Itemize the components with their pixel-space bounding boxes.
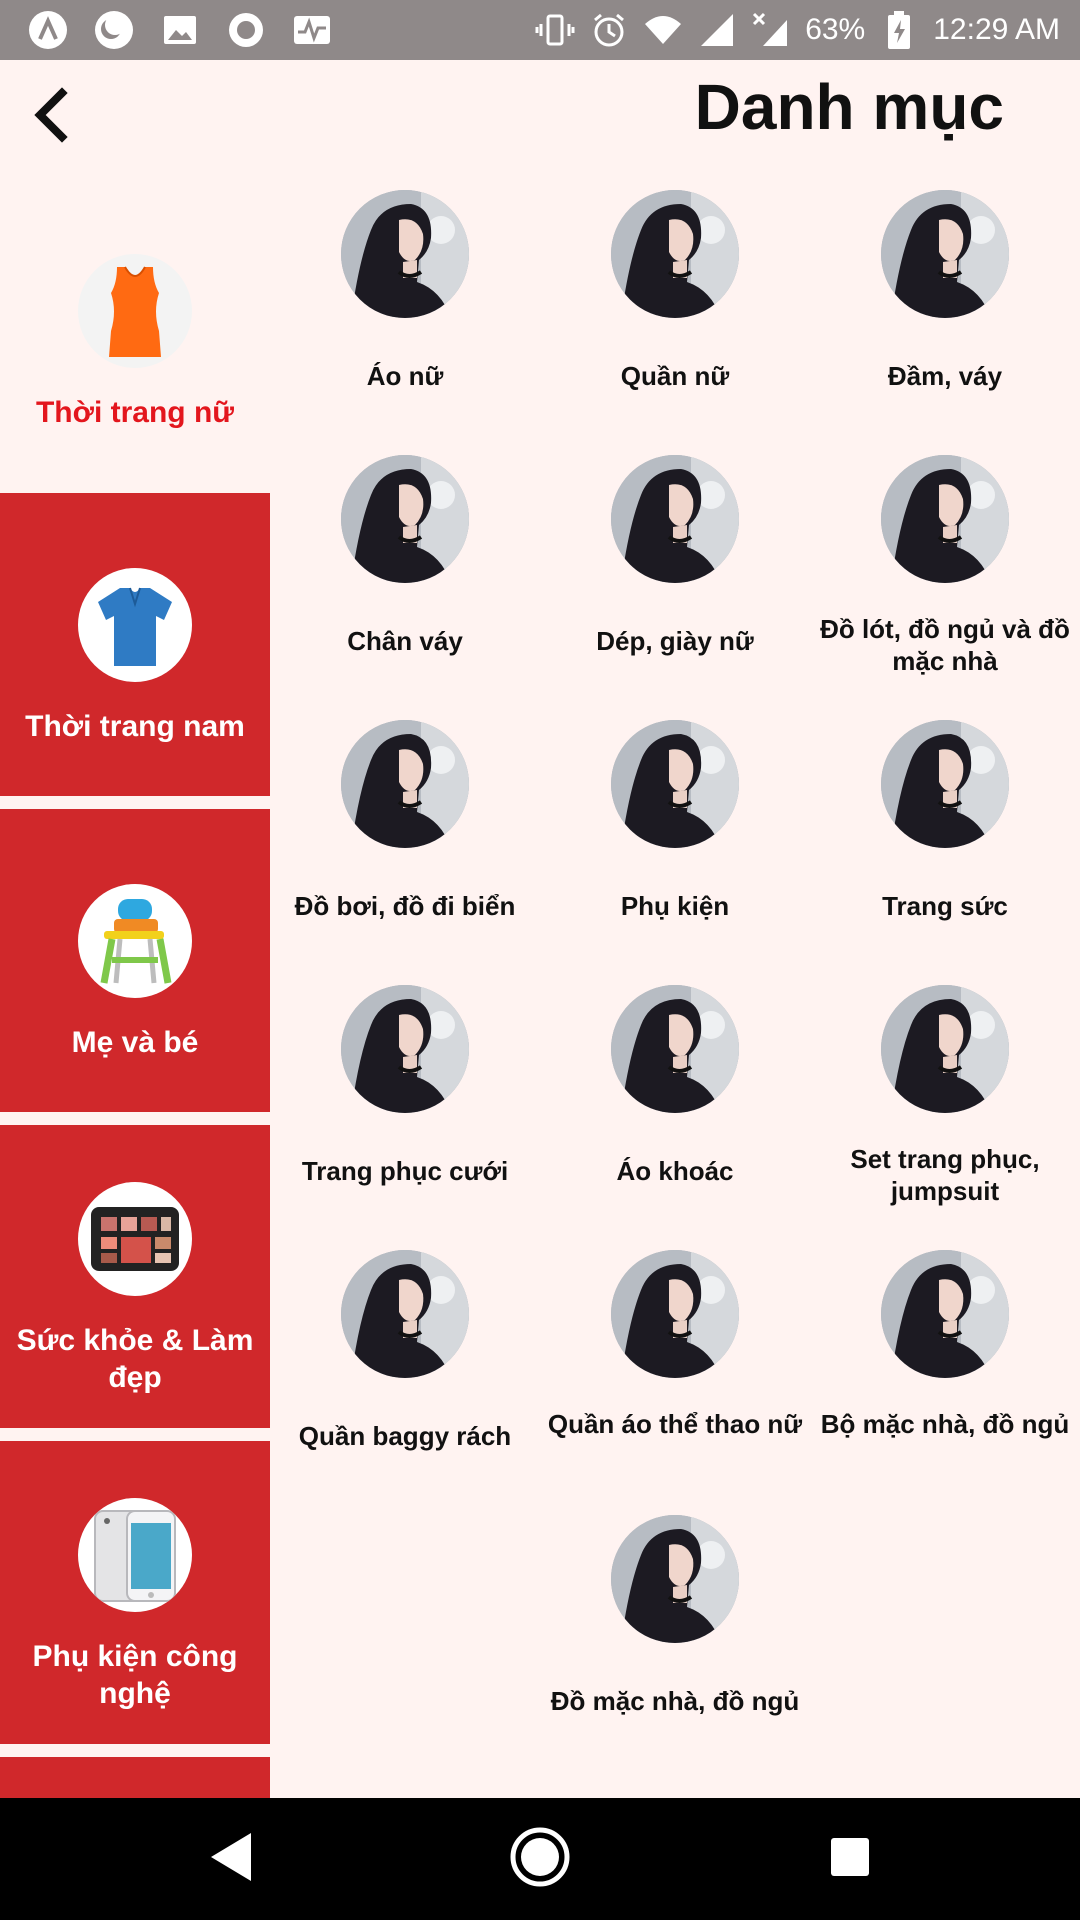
night-mode-icon	[94, 10, 134, 50]
category-item[interactable]: Dép, giày nữ	[540, 435, 810, 700]
category-item[interactable]: Bộ mặc nhà, đồ ngủ	[810, 1230, 1080, 1495]
category-image	[881, 985, 1009, 1113]
category-item[interactable]: Áo nữ	[270, 170, 540, 435]
category-image	[881, 455, 1009, 583]
battery-charging-icon	[879, 10, 919, 50]
category-item[interactable]: Đồ mặc nhà, đồ ngủ	[540, 1495, 810, 1760]
category-item[interactable]: Trang phục cưới	[270, 965, 540, 1230]
category-image	[611, 1515, 739, 1643]
signal-no-data-icon	[751, 10, 791, 50]
smartphone-icon	[78, 1498, 192, 1612]
category-label: Quần áo thể thao nữ	[547, 1409, 803, 1439]
category-item[interactable]: Set trang phục, jumpsuit	[810, 965, 1080, 1230]
wifi-icon	[643, 10, 683, 50]
category-image	[611, 455, 739, 583]
category-image	[611, 985, 739, 1113]
category-image	[341, 720, 469, 848]
nav-back-button[interactable]	[200, 1829, 260, 1889]
category-image	[611, 190, 739, 318]
sidebar-item-label: Thời trang nam	[25, 710, 245, 743]
category-item[interactable]: Đồ bơi, đồ đi biển	[270, 700, 540, 965]
pulse-icon	[292, 10, 332, 50]
battery-percent: 63%	[805, 13, 866, 46]
category-item[interactable]: Đồ lót, đồ ngủ và đồ mặc nhà	[810, 435, 1080, 700]
category-image	[881, 190, 1009, 318]
category-label: Đầm, váy	[887, 361, 1003, 391]
signal-icon	[697, 10, 737, 50]
sidebar-item-label: Phụ kiện công nghệ	[32, 1640, 238, 1710]
category-item[interactable]: Trang sức	[810, 700, 1080, 965]
clock: 12:29 AM	[933, 13, 1060, 46]
category-label: Đồ mặc nhà, đồ ngủ	[550, 1686, 800, 1716]
polo-shirt-icon	[78, 568, 192, 682]
sidebar-item-tech-accessories[interactable]: Phụ kiện công nghệ	[0, 1441, 270, 1744]
sidebar-item-mom-baby[interactable]: Mẹ và bé	[0, 809, 270, 1112]
sidebar-item-men-fashion[interactable]: Thời trang nam	[0, 493, 270, 796]
image-icon	[160, 10, 200, 50]
status-bar: 63% 12:29 AM	[0, 0, 1080, 60]
baby-high-chair-icon	[78, 884, 192, 998]
category-item[interactable]: Đầm, váy	[810, 170, 1080, 435]
category-label: Đồ lót, đồ ngủ và đồ mặc nhà	[820, 614, 1070, 676]
sidebar-item-women-fashion[interactable]: Thời trang nữ	[0, 170, 270, 490]
category-item[interactable]: Áo khoác	[540, 965, 810, 1230]
category-label: Áo nữ	[366, 361, 444, 391]
women-top-icon	[78, 254, 192, 368]
nav-home-icon	[510, 1827, 570, 1892]
category-image	[341, 455, 469, 583]
category-label: Chân váy	[347, 626, 463, 656]
alarm-icon	[589, 10, 629, 50]
app-icon	[28, 10, 68, 50]
category-label: Phụ kiện	[620, 891, 730, 921]
category-item[interactable]: Chân váy	[270, 435, 540, 700]
category-image	[341, 1250, 469, 1378]
category-image	[341, 985, 469, 1113]
category-label: Áo khoác	[616, 1156, 734, 1186]
category-image	[881, 720, 1009, 848]
sidebar-item-label: Sức khỏe & Làm đẹp	[16, 1324, 254, 1394]
category-label: Trang sức	[882, 891, 1008, 921]
category-item[interactable]: Quần nữ	[540, 170, 810, 435]
back-chevron-icon	[30, 86, 70, 148]
category-label: Dép, giày nữ	[596, 626, 754, 656]
category-label: Trang phục cưới	[301, 1156, 509, 1186]
sidebar-item-label: Mẹ và bé	[71, 1026, 199, 1059]
category-sidebar: Thời trang nữ Thời trang nam Mẹ và bé Sứ…	[0, 170, 270, 1798]
category-image	[881, 1250, 1009, 1378]
category-image	[611, 1250, 739, 1378]
makeup-palette-icon	[78, 1182, 192, 1296]
category-label: Bộ mặc nhà, đồ ngủ	[820, 1409, 1070, 1439]
nav-back-icon	[205, 1829, 255, 1890]
category-label: Đồ bơi, đồ đi biển	[294, 891, 516, 921]
nav-recents-button[interactable]	[820, 1829, 880, 1889]
category-item[interactable]: Quần baggy rách	[270, 1230, 540, 1495]
nav-home-button[interactable]	[510, 1827, 570, 1892]
record-icon	[226, 10, 266, 50]
page-title: Danh mục	[694, 71, 1004, 143]
category-label: Set trang phục, jumpsuit	[850, 1144, 1040, 1206]
back-button[interactable]	[20, 82, 80, 152]
category-image	[611, 720, 739, 848]
sidebar-item-health-beauty[interactable]: Sức khỏe & Làm đẹp	[0, 1125, 270, 1428]
category-label: Quần nữ	[620, 361, 730, 391]
category-item[interactable]: Phụ kiện	[540, 700, 810, 965]
header: Danh mục	[0, 60, 1080, 170]
category-item[interactable]: Quần áo thể thao nữ	[540, 1230, 810, 1495]
category-label: Quần baggy rách	[298, 1421, 512, 1451]
category-image	[341, 190, 469, 318]
nav-recents-icon	[828, 1835, 872, 1884]
sidebar-item-label: Thời trang nữ	[35, 396, 235, 429]
sidebar-item-more[interactable]	[0, 1757, 270, 1798]
navigation-bar	[0, 1798, 1080, 1920]
vibrate-icon	[535, 10, 575, 50]
